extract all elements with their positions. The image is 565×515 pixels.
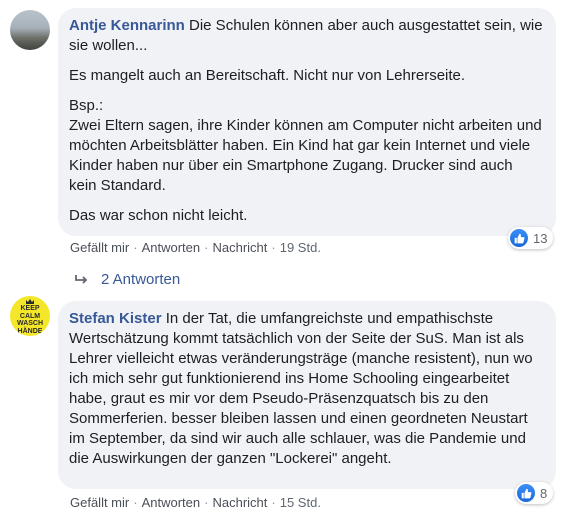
reaction-count[interactable]: 8 xyxy=(515,482,554,504)
thumbs-up-icon xyxy=(510,229,528,247)
avatar[interactable]: KEEP CALM WASCH HÄNDE xyxy=(10,296,50,336)
comment-actions: Gefällt mir · Antworten · Nachricht · 19 Std. xyxy=(70,240,321,255)
comment-bubble: Antje Kennarinn Die Schulen können aber … xyxy=(58,8,556,236)
comment-author[interactable]: Stefan Kister xyxy=(69,310,162,327)
comment-paragraph: Bsp.: Zwei Eltern sagen, ihre Kinder kön… xyxy=(69,97,542,194)
comment-paragraph: Das war schon nicht leicht. xyxy=(69,207,248,224)
reaction-number: 13 xyxy=(533,230,548,246)
like-link[interactable]: Gefällt mir xyxy=(70,240,129,255)
comment-paragraph: Es mangelt auch an Bereitschaft. Nicht n… xyxy=(69,67,466,84)
comment-bubble: Stefan Kister In der Tat, die umfangreic… xyxy=(58,301,556,489)
separator: · xyxy=(133,240,138,255)
thumbs-up-icon xyxy=(517,484,535,502)
reply-arrow-icon xyxy=(75,272,88,288)
comment-text: In der Tat, die umfangreichste und empat… xyxy=(69,310,533,467)
message-link[interactable]: Nachricht xyxy=(212,240,267,255)
comment-author[interactable]: Antje Kennarinn xyxy=(69,17,185,34)
separator: · xyxy=(271,495,276,510)
separator: · xyxy=(271,240,276,255)
replies-label: 2 Antworten xyxy=(101,271,181,288)
crown-icon xyxy=(26,299,34,304)
message-link[interactable]: Nachricht xyxy=(212,495,267,510)
reaction-number: 8 xyxy=(540,485,548,501)
avatar[interactable] xyxy=(10,10,50,50)
avatar-logo: KEEP CALM WASCH HÄNDE xyxy=(16,305,44,335)
reaction-count[interactable]: 13 xyxy=(508,227,554,249)
view-replies-link[interactable]: 2 Antworten xyxy=(75,271,180,288)
like-link[interactable]: Gefällt mir xyxy=(70,495,129,510)
separator: · xyxy=(133,495,138,510)
separator: · xyxy=(204,240,209,255)
reply-link[interactable]: Antworten xyxy=(142,495,201,510)
reply-link[interactable]: Antworten xyxy=(142,240,201,255)
comment-actions: Gefällt mir · Antworten · Nachricht · 15 Std. xyxy=(70,495,321,510)
timestamp[interactable]: 19 Std. xyxy=(280,240,321,255)
separator: · xyxy=(204,495,209,510)
timestamp[interactable]: 15 Std. xyxy=(280,495,321,510)
